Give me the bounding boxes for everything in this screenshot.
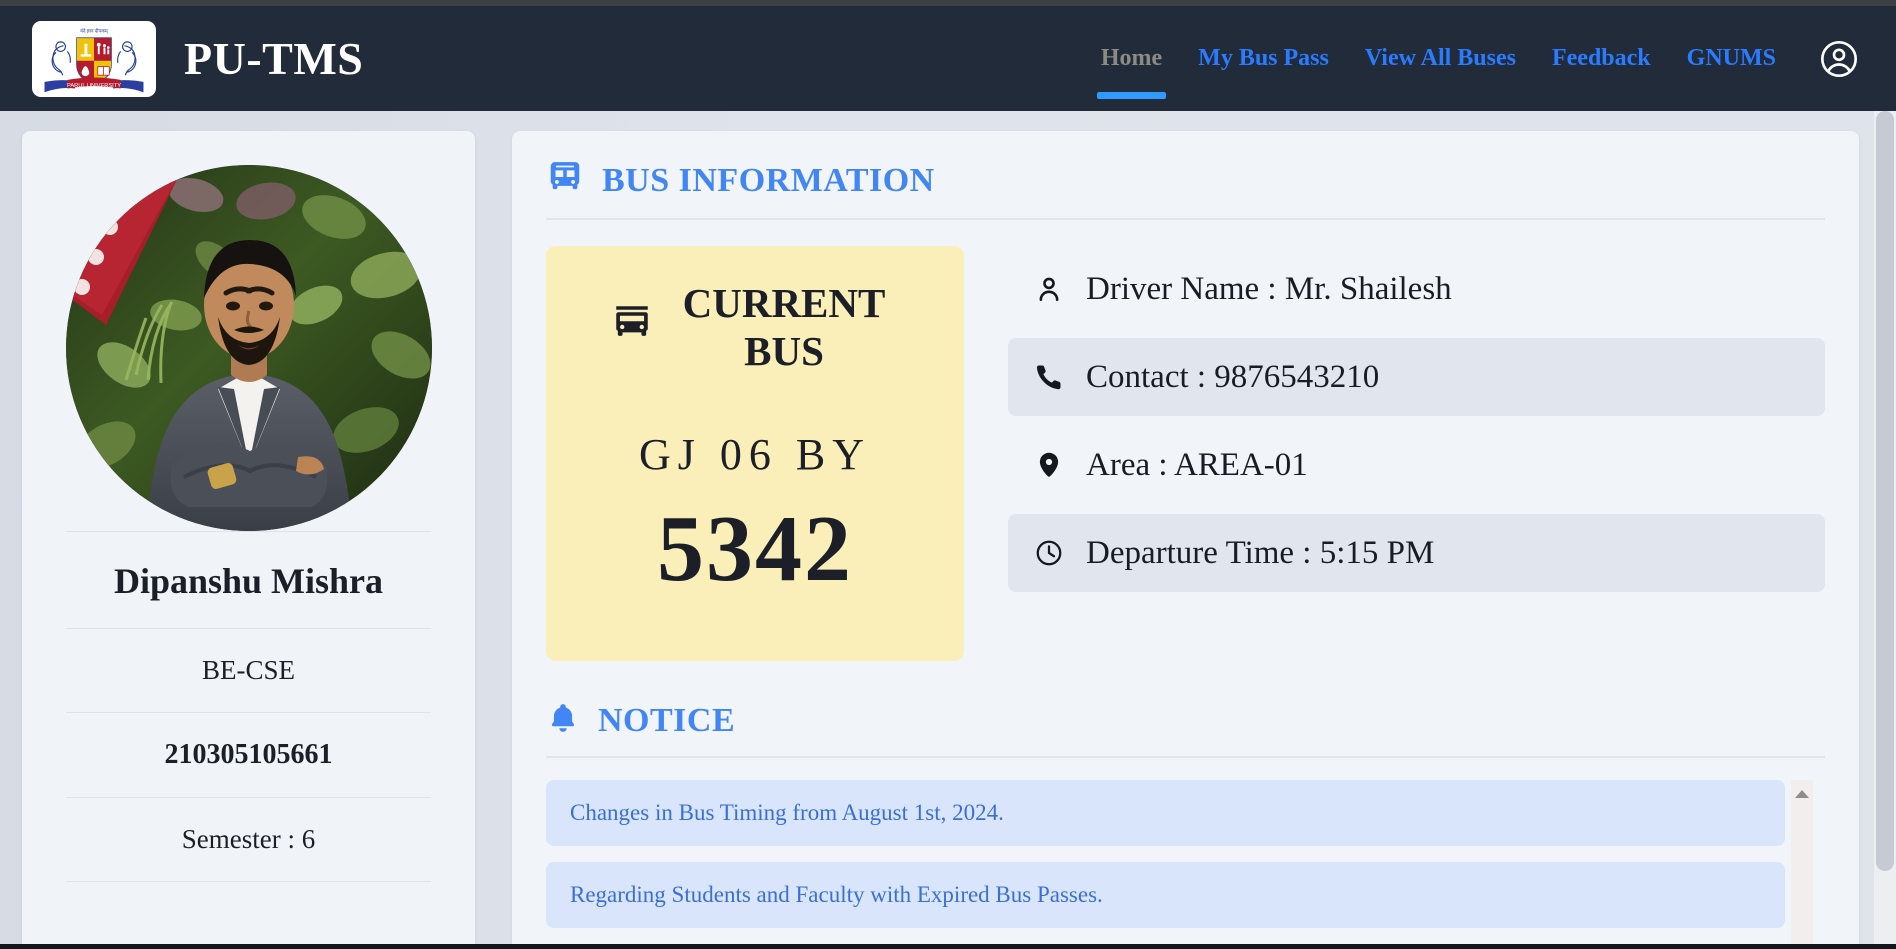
site-header: वंदे ज्ञान दीपकम् PARUL UNIVERSITY PU-TM… bbox=[0, 6, 1896, 111]
page-scrollbar[interactable] bbox=[1874, 111, 1896, 949]
brand: वंदे ज्ञान दीपकम् PARUL UNIVERSITY PU-TM… bbox=[32, 20, 364, 97]
profile-branch: BE-CSE bbox=[66, 628, 431, 712]
bus-plate-prefix: GJ 06 BY bbox=[638, 430, 872, 480]
nav-item-feedback[interactable]: Feedback bbox=[1534, 6, 1669, 111]
current-bus-card: CURRENT BUS GJ 06 BY 5342 bbox=[546, 246, 964, 661]
logo-ribbon-label: PARUL UNIVERSITY bbox=[67, 83, 121, 89]
notice-title: NOTICE bbox=[598, 701, 736, 739]
student-profile-photo bbox=[66, 165, 432, 531]
nav-item-view-all-buses[interactable]: View All Buses bbox=[1347, 6, 1534, 111]
notice-item[interactable]: Regarding Students and Faculty with Expi… bbox=[546, 862, 1785, 928]
page-body: Dipanshu Mishra BE-CSE 210305105661 Seme… bbox=[0, 111, 1896, 949]
current-bus-label: CURRENT BUS bbox=[682, 280, 886, 374]
notice-header: NOTICE bbox=[546, 695, 1825, 758]
profile-enrollment-number: 210305105661 bbox=[66, 712, 431, 797]
bus-detail-departure-time: Departure Time : 5:15 PM bbox=[1008, 514, 1825, 592]
nav-item-home[interactable]: Home bbox=[1083, 6, 1180, 111]
profile-extra-row bbox=[66, 881, 431, 934]
bus-detail-text: Contact : 9876543210 bbox=[1086, 358, 1380, 395]
profile-name: Dipanshu Mishra bbox=[66, 531, 431, 628]
bus-detail-contact: Contact : 9876543210 bbox=[1008, 338, 1825, 416]
bus-plate-number: 5342 bbox=[657, 497, 853, 602]
bus-icon bbox=[546, 159, 584, 202]
notice-scrollbar[interactable] bbox=[1791, 780, 1813, 949]
page-scrollbar-thumb[interactable] bbox=[1876, 111, 1894, 871]
nav-item-my-bus-pass[interactable]: My Bus Pass bbox=[1180, 6, 1347, 111]
phone-icon bbox=[1032, 362, 1066, 392]
bus-information-header: BUS INFORMATION bbox=[546, 153, 1825, 220]
bus-detail-text: Driver Name : Mr. Shailesh bbox=[1086, 270, 1452, 307]
bell-icon bbox=[546, 701, 580, 740]
bus-front-icon bbox=[611, 301, 653, 354]
bus-information-title: BUS INFORMATION bbox=[602, 161, 935, 199]
person-icon bbox=[1032, 274, 1066, 304]
app-root: वंदे ज्ञान दीपकम् PARUL UNIVERSITY PU-TM… bbox=[0, 0, 1896, 949]
nav-item-gnums[interactable]: GNUMS bbox=[1669, 6, 1794, 111]
scroll-up-arrow-icon[interactable] bbox=[1795, 790, 1809, 798]
main-navigation: Home My Bus Pass View All Buses Feedback… bbox=[1083, 6, 1868, 111]
parul-university-crest-icon: वंदे ज्ञान दीपकम् PARUL UNIVERSITY bbox=[35, 22, 153, 95]
bus-detail-area: Area : AREA-01 bbox=[1008, 426, 1825, 504]
user-circle-icon[interactable] bbox=[1818, 38, 1860, 80]
bus-detail-text: Area : AREA-01 bbox=[1086, 446, 1308, 483]
clock-icon bbox=[1032, 538, 1066, 568]
avatar-image bbox=[66, 165, 432, 531]
bus-detail-text: Departure Time : 5:15 PM bbox=[1086, 534, 1435, 571]
bus-details-list: Driver Name : Mr. Shailesh Contact : 987… bbox=[1008, 246, 1825, 661]
brand-title: PU-TMS bbox=[184, 32, 364, 84]
parul-university-logo: वंदे ज्ञान दीपकम् PARUL UNIVERSITY bbox=[32, 20, 156, 97]
student-profile-card: Dipanshu Mishra BE-CSE 210305105661 Seme… bbox=[22, 131, 475, 949]
profile-semester: Semester : 6 bbox=[66, 797, 431, 881]
bus-information-body: CURRENT BUS GJ 06 BY 5342 Driver Name: … bbox=[546, 220, 1825, 661]
notice-list: Changes in Bus Timing from August 1st, 2… bbox=[546, 780, 1825, 949]
browser-bottom-strip bbox=[0, 944, 1896, 949]
current-bus-title-row: CURRENT BUS bbox=[570, 280, 940, 375]
location-pin-icon bbox=[1032, 450, 1066, 480]
main-panel: BUS INFORMATION CURRENT BUS GJ 06 BY 534… bbox=[512, 131, 1859, 949]
notice-item[interactable]: Changes in Bus Timing from August 1st, 2… bbox=[546, 780, 1785, 846]
bus-detail-driver-name: Driver Name : Mr. Shailesh bbox=[1008, 250, 1825, 328]
